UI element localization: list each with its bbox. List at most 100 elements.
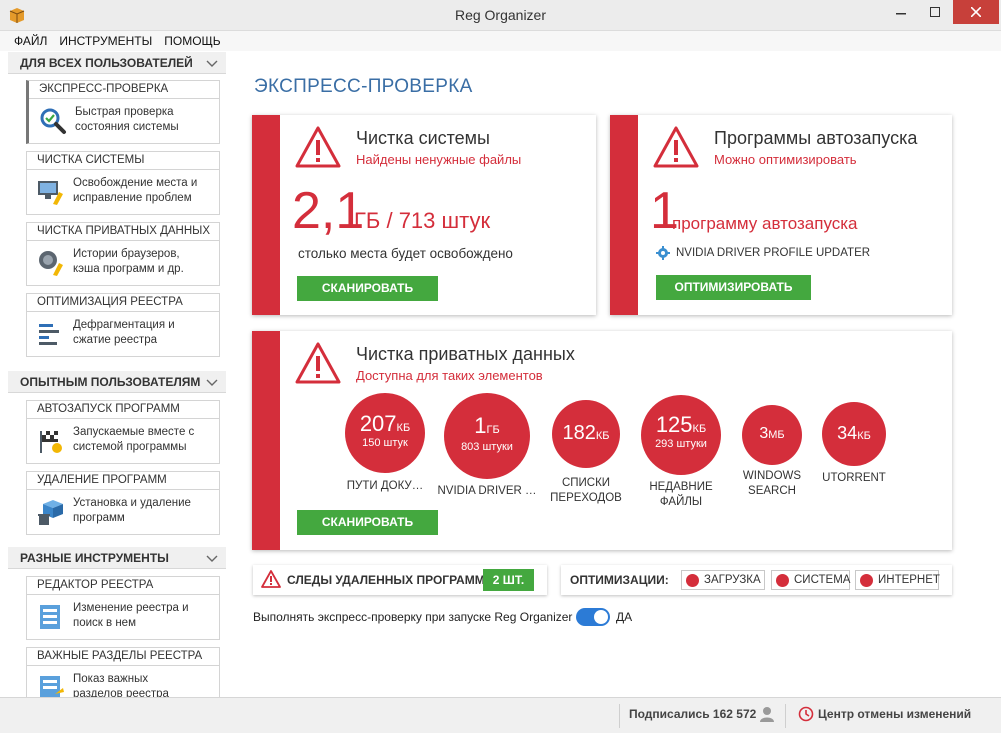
menu-help[interactable]: ПОМОЩЬ bbox=[164, 34, 220, 48]
sidebar-item-registry-optimization[interactable]: ОПТИМИЗАЦИЯ РЕЕСТРА Дефрагментация и сжат… bbox=[26, 293, 220, 357]
bubble-unit: КБ bbox=[692, 423, 707, 435]
status-separator bbox=[785, 704, 786, 728]
toggle-knob bbox=[594, 610, 608, 624]
title-bar: Reg Organizer bbox=[0, 0, 1001, 31]
section-header-advanced-users[interactable]: ОПЫТНЫМ ПОЛЬЗОВАТЕЛЯМ bbox=[8, 371, 226, 393]
bubble-value: 207 bbox=[359, 411, 397, 436]
sidebar-item-desc-line: исправление проблем bbox=[73, 192, 192, 204]
system-cleanup-panel: Чистка системы Найдены ненужные файлы 2,… bbox=[252, 115, 596, 315]
menu-tools[interactable]: ИНСТРУМЕНТЫ bbox=[59, 34, 152, 48]
box-trash-icon bbox=[38, 500, 63, 525]
sidebar-item-express-check[interactable]: ЭКСПРЕСС-ПРОВЕРКА Быстрая проверка состоя… bbox=[26, 80, 220, 144]
registry-star-icon bbox=[40, 676, 64, 697]
bubble-unit: КБ bbox=[595, 430, 610, 442]
startup-check-label: Выполнять экспресс-проверку при запуске … bbox=[253, 610, 573, 624]
chevron-down-icon bbox=[206, 379, 218, 386]
bubble-label-line: UTORRENT bbox=[822, 472, 886, 484]
sidebar-item-desc-line: Истории браузеров, bbox=[73, 248, 180, 260]
section-header-misc-tools[interactable]: РАЗНЫЕ ИНСТРУМЕНТЫ bbox=[8, 547, 226, 569]
subscribers-count[interactable]: Подписались 162 572 bbox=[629, 707, 756, 721]
panel-title: Чистка приватных данных bbox=[356, 344, 575, 364]
traces-count-button[interactable]: 2 ШТ. bbox=[483, 569, 534, 591]
warning-icon bbox=[295, 126, 341, 168]
bubble-label-line: ФАЙЛЫ bbox=[659, 496, 703, 508]
privacy-item-label: UTORRENT bbox=[804, 471, 904, 486]
freed-space-description: столько места будет освобождено bbox=[298, 246, 513, 261]
warning-icon bbox=[261, 570, 281, 588]
bubble-count: 293 штуки bbox=[655, 438, 707, 450]
sidebar-item-desc-line: сжатие реестра bbox=[73, 334, 157, 346]
user-icon bbox=[760, 707, 774, 722]
optimize-system-button[interactable]: СИСТЕМА bbox=[771, 570, 850, 590]
sidebar-item-desc-line: Показ важных bbox=[73, 673, 149, 685]
privacy-item-bubble[interactable]: 3МБ bbox=[742, 405, 802, 465]
undo-center-icon bbox=[798, 706, 814, 722]
bubble-value: 34 bbox=[837, 423, 858, 443]
maximize-icon bbox=[930, 7, 940, 17]
close-icon bbox=[971, 7, 981, 17]
sidebar-item-autorun[interactable]: АВТОЗАПУСК ПРОГРАММ Запускаемые вместе с… bbox=[26, 400, 220, 464]
sidebar-item-title: ЧИСТКА ПРИВАТНЫХ ДАННЫХ bbox=[27, 223, 219, 241]
flag-gear-icon bbox=[40, 431, 62, 453]
bubble-value: 125 bbox=[655, 412, 693, 437]
sidebar-item-title: РЕДАКТОР РЕЕСТРА bbox=[27, 577, 219, 595]
browser-history-broom-icon bbox=[39, 251, 63, 276]
close-button[interactable] bbox=[953, 0, 999, 24]
bubble-unit: КБ bbox=[857, 430, 871, 442]
status-separator bbox=[619, 704, 620, 728]
optimize-internet-button[interactable]: ИНТЕРНЕТ bbox=[855, 570, 940, 590]
bubble-label-line: ПЕРЕХОДОВ bbox=[550, 492, 622, 504]
optimize-boot-button[interactable]: ЗАГРУЗКА bbox=[681, 570, 765, 590]
sidebar-item-desc-line: системой программы bbox=[73, 441, 187, 453]
minimize-button[interactable] bbox=[886, 0, 916, 24]
startup-check-state: ДА bbox=[616, 610, 633, 624]
sidebar-item-system-cleanup[interactable]: ЧИСТКА СИСТЕМЫ Освобождение места и испра… bbox=[26, 151, 220, 215]
warning-icon bbox=[653, 126, 699, 168]
sidebar-item-desc-line: поиск в нем bbox=[73, 617, 136, 629]
uninstalled-traces-strip: СЛЕДЫ УДАЛЕННЫХ ПРОГРАММ 2 ШТ. bbox=[253, 565, 547, 595]
menu-bar: ФАЙЛ ИНСТРУМЕНТЫ ПОМОЩЬ bbox=[0, 31, 1001, 51]
sidebar-item-title: ВАЖНЫЕ РАЗДЕЛЫ РЕЕСТРА bbox=[27, 648, 219, 666]
privacy-item-bubble[interactable]: 1ГБ 803 штуки bbox=[444, 393, 530, 479]
privacy-item-bubble[interactable]: 125КБ 293 штуки bbox=[641, 395, 721, 475]
sidebar-item-uninstall[interactable]: УДАЛЕНИЕ ПРОГРАММ Установка и удаление пр… bbox=[26, 471, 220, 535]
sidebar-item-desc-line: кэша программ и др. bbox=[73, 263, 184, 275]
sidebar-item-important-registry-sections[interactable]: ВАЖНЫЕ РАЗДЕЛЫ РЕЕСТРА Показ важных разде… bbox=[26, 647, 220, 697]
power-icon bbox=[776, 574, 789, 587]
power-icon bbox=[686, 574, 699, 587]
registry-defrag-icon bbox=[39, 324, 59, 345]
tag-button-label: СИСТЕМА bbox=[794, 574, 851, 586]
scan-system-button[interactable]: СКАНИРОВАТЬ bbox=[297, 276, 438, 301]
section-header-all-users[interactable]: ДЛЯ ВСЕХ ПОЛЬЗОВАТЕЛЕЙ bbox=[8, 52, 226, 74]
maximize-button[interactable] bbox=[920, 0, 950, 24]
privacy-item-bubble[interactable]: 207КБ 150 штук bbox=[345, 393, 425, 473]
undo-center-link[interactable]: Центр отмены изменений bbox=[818, 707, 971, 721]
bubble-count: 803 штуки bbox=[461, 441, 513, 453]
chevron-down-icon bbox=[206, 555, 218, 562]
section-title: РАЗНЫЕ ИНСТРУМЕНТЫ bbox=[20, 551, 169, 565]
sidebar-item-desc-line: Освобождение места и bbox=[73, 177, 198, 189]
menu-file[interactable]: ФАЙЛ bbox=[14, 34, 47, 48]
privacy-item-bubble[interactable]: 182КБ bbox=[552, 400, 620, 468]
sidebar-item-desc-line: Дефрагментация и bbox=[73, 319, 175, 331]
privacy-cleanup-panel: Чистка приватных данных Доступна для так… bbox=[252, 331, 952, 550]
sidebar-item-privacy-cleanup[interactable]: ЧИСТКА ПРИВАТНЫХ ДАННЫХ Истории браузеро… bbox=[26, 222, 220, 286]
monitor-broom-icon bbox=[38, 181, 63, 205]
autorun-program-name: NVIDIA DRIVER PROFILE UPDATER bbox=[676, 247, 871, 259]
bubble-value: 3 bbox=[759, 425, 769, 442]
bubble-label-line: НЕДАВНИЕ bbox=[649, 481, 713, 493]
optimize-autorun-button[interactable]: ОПТИМИЗИРОВАТЬ bbox=[656, 275, 811, 300]
privacy-item-bubble[interactable]: 34КБ bbox=[822, 402, 886, 466]
panel-title: Программы автозапуска bbox=[714, 128, 918, 148]
panel-subtitle: Найдены ненужные файлы bbox=[356, 152, 522, 167]
sidebar-item-desc-line: состояния системы bbox=[75, 121, 179, 133]
scan-privacy-button[interactable]: СКАНИРОВАТЬ bbox=[297, 510, 438, 535]
bubble-value: 182 bbox=[562, 422, 596, 444]
startup-check-toggle[interactable] bbox=[576, 608, 610, 626]
power-icon bbox=[860, 574, 873, 587]
sidebar-item-desc-line: программ bbox=[73, 512, 125, 524]
traces-label: СЛЕДЫ УДАЛЕННЫХ ПРОГРАММ bbox=[287, 573, 485, 587]
panel-subtitle: Можно оптимизировать bbox=[714, 152, 857, 167]
sidebar-item-registry-editor[interactable]: РЕДАКТОР РЕЕСТРА Изменение реестра и поис… bbox=[26, 576, 220, 640]
registry-editor-icon bbox=[40, 605, 60, 629]
